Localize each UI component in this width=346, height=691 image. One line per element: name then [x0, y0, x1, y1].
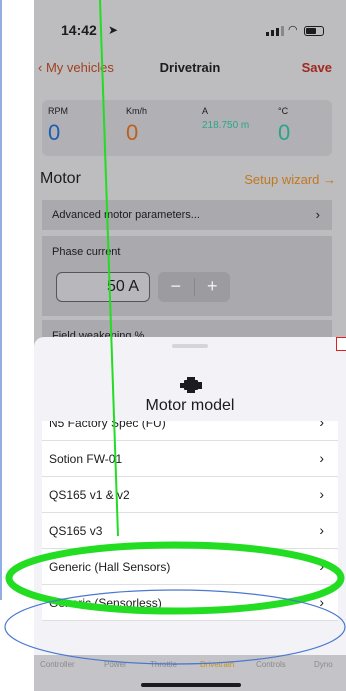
item-label: QS165 v1 & v2	[49, 488, 130, 502]
chevron-right-icon: ›	[319, 522, 324, 538]
tab-drivetrain[interactable]: Drivetrain	[200, 660, 234, 669]
location-icon: ➤	[108, 23, 119, 37]
chevron-right-icon: ›	[319, 421, 324, 430]
navigation-bar: ‹ My vehicles Drivetrain Save	[34, 58, 346, 82]
status-bar: 14:42 ➤ ◠	[34, 20, 346, 44]
section-header: Motor Setup wizard →	[34, 170, 346, 190]
engine-icon	[180, 377, 202, 393]
sheet-grabber[interactable]	[172, 344, 208, 348]
phase-current-input[interactable]: 50 A	[56, 272, 150, 302]
annotation-red-box	[336, 337, 346, 351]
decrement-button[interactable]: −	[158, 272, 194, 302]
list-item[interactable]: Sotion FW-01 ›	[42, 441, 338, 477]
wifi-icon: ◠	[288, 24, 298, 36]
chevron-right-icon: ›	[319, 486, 324, 502]
motor-model-sheet: Motor model N5 Factory Spec (FU) › Sotio…	[34, 337, 346, 655]
sheet-title: Motor model	[145, 397, 235, 414]
item-label: Generic (Hall Sensors)	[49, 560, 171, 574]
live-stats-panel: RPM 0 Km/h 0 A 218.750 m °C 0	[42, 100, 332, 156]
tab-throttle[interactable]: Throttle	[150, 660, 177, 669]
motor-model-list[interactable]: N5 Factory Spec (FU) › Sotion FW-01 › QS…	[42, 421, 338, 641]
stat-value: 0	[48, 120, 61, 145]
phase-current-stepper[interactable]: − +	[158, 272, 230, 302]
signal-icon	[266, 26, 284, 36]
section-title: Motor	[40, 170, 81, 187]
page-title: Drivetrain	[159, 60, 221, 75]
status-time: 14:42	[61, 22, 97, 38]
item-label: N5 Factory Spec (FU)	[49, 421, 166, 430]
list-item[interactable]: QS165 v1 & v2 ›	[42, 477, 338, 513]
stat-speed: Km/h 0	[126, 106, 147, 146]
chevron-right-icon: ›	[319, 594, 324, 610]
chevron-right-icon: ›	[319, 558, 324, 574]
increment-button[interactable]: +	[195, 272, 231, 302]
list-item[interactable]: QS165 v3 ›	[42, 513, 338, 549]
row-label: Advanced motor parameters...	[52, 209, 200, 221]
stat-value: 0	[126, 120, 139, 145]
stat-label: A	[202, 106, 209, 116]
advanced-motor-parameters-row[interactable]: Advanced motor parameters... ›	[42, 200, 332, 230]
item-label: Sotion FW-01	[49, 452, 123, 466]
list-item[interactable]: Generic (Sensorless) ›	[42, 585, 338, 621]
stat-current: A 218.750 m	[202, 106, 249, 131]
chevron-right-icon: ›	[319, 450, 324, 466]
stat-label: RPM	[48, 106, 68, 116]
stat-value: 218.750 m	[202, 120, 250, 131]
row-label: Phase current	[52, 246, 121, 258]
stat-value: 0	[278, 120, 291, 145]
stat-label: Km/h	[126, 106, 148, 116]
chevron-right-icon: ›	[315, 207, 320, 222]
item-label: QS165 v3	[49, 524, 103, 538]
tab-controls[interactable]: Controls	[256, 660, 286, 669]
phone-screen: 14:42 ➤ ◠ ‹ My vehicles Drivetrain Save …	[34, 0, 346, 691]
home-indicator	[141, 683, 241, 687]
phase-current-card: Phase current 50 A − +	[42, 236, 332, 316]
stat-rpm: RPM 0	[48, 106, 68, 146]
stat-label: °C	[278, 106, 289, 116]
battery-icon	[304, 26, 324, 36]
item-label: Generic (Sensorless)	[49, 596, 162, 610]
tab-bar: Controller Power Throttle Drivetrain Con…	[34, 655, 346, 691]
list-item[interactable]: Generic (Hall Sensors) ›	[42, 549, 338, 585]
save-button[interactable]: Save	[302, 60, 332, 75]
stat-temperature: °C 0	[278, 106, 290, 146]
tab-power[interactable]: Power	[104, 660, 127, 669]
tab-dyno[interactable]: Dyno	[314, 660, 333, 669]
tab-controller[interactable]: Controller	[40, 660, 75, 669]
list-item[interactable]: N5 Factory Spec (FU) ›	[42, 421, 338, 441]
setup-wizard-link[interactable]: Setup wizard →	[244, 172, 336, 187]
